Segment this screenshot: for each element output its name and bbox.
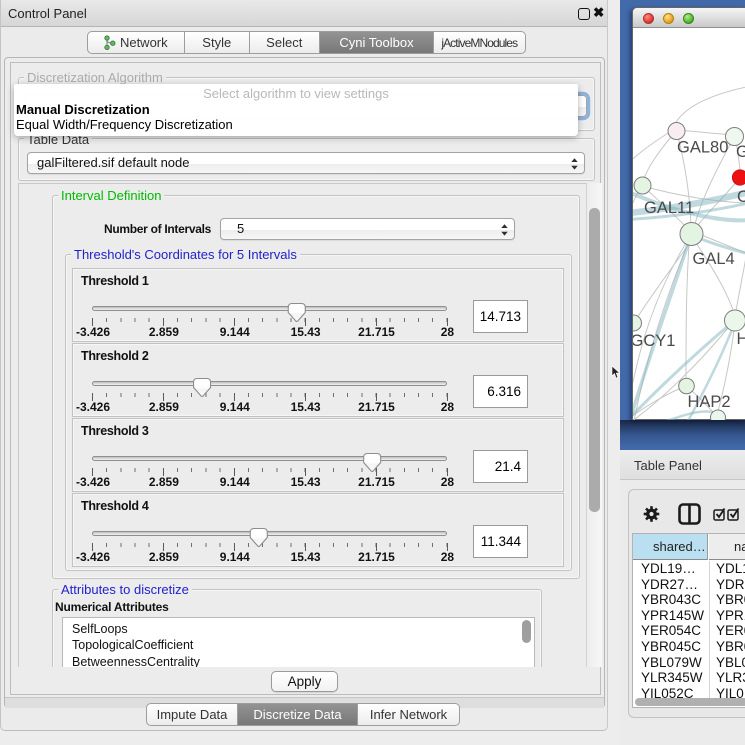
svg-text:HAP2: HAP2 <box>688 393 731 411</box>
svg-text:GAL80: GAL80 <box>677 139 728 157</box>
svg-text:GAL11: GAL11 <box>644 199 694 217</box>
svg-text:GAL4: GAL4 <box>693 250 735 268</box>
svg-text:GCY1: GCY1 <box>633 332 675 350</box>
svg-text:HIS: HIS <box>737 330 745 348</box>
svg-text:C: C <box>737 188 745 206</box>
svg-text:GAL: GAL <box>736 143 745 161</box>
